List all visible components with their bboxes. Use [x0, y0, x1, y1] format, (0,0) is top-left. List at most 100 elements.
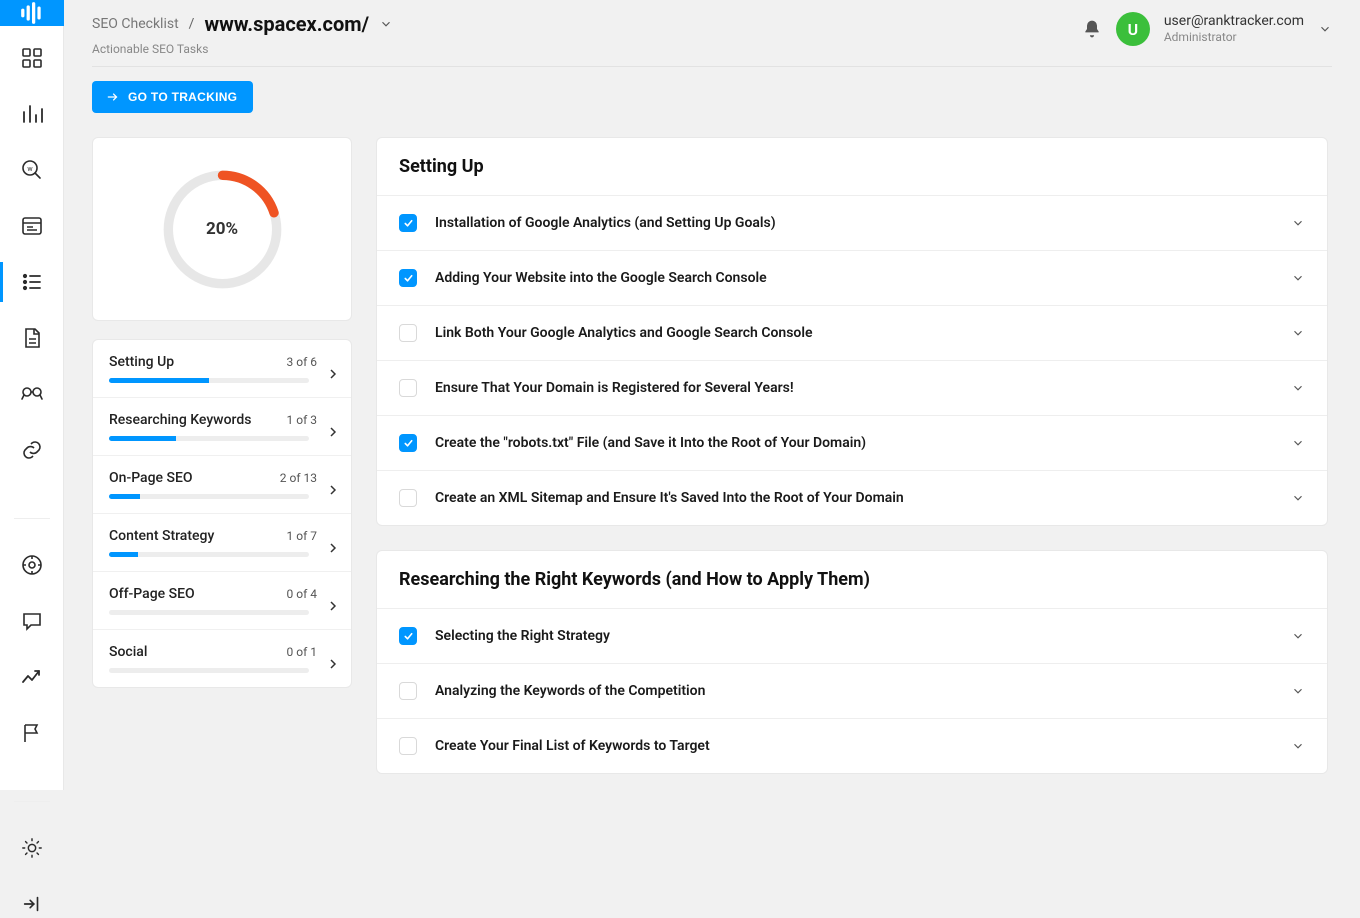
- category-progress-bar: [109, 436, 309, 441]
- task-row[interactable]: Selecting the Right Strategy: [377, 608, 1327, 663]
- category-row[interactable]: On-Page SEO 2 of 13: [93, 456, 351, 514]
- task-checkbox[interactable]: [399, 214, 417, 232]
- category-name: Researching Keywords: [109, 412, 251, 428]
- task-title: Create an XML Sitemap and Ensure It's Sa…: [435, 490, 1273, 506]
- breadcrumb-section[interactable]: SEO Checklist: [92, 16, 179, 32]
- chevron-down-icon[interactable]: [1291, 436, 1305, 450]
- chevron-down-icon[interactable]: [1291, 326, 1305, 340]
- task-row[interactable]: Create the "robots.txt" File (and Save i…: [377, 415, 1327, 470]
- chevron-right-icon: [325, 482, 341, 498]
- category-count: 3 of 6: [287, 355, 317, 369]
- task-checkbox[interactable]: [399, 737, 417, 755]
- task-checkbox[interactable]: [399, 489, 417, 507]
- category-row[interactable]: Social 0 of 1: [93, 630, 351, 687]
- chevron-right-icon: [325, 540, 341, 556]
- nav-serp-icon[interactable]: [18, 212, 46, 240]
- user-menu-chevron-icon[interactable]: [1318, 22, 1332, 36]
- svg-text:w: w: [27, 165, 33, 173]
- task-title: Selecting the Right Strategy: [435, 628, 1273, 644]
- task-checkbox[interactable]: [399, 324, 417, 342]
- task-title: Installation of Google Analytics (and Se…: [435, 215, 1273, 231]
- category-name: Setting Up: [109, 354, 174, 370]
- avatar[interactable]: U: [1116, 12, 1150, 46]
- category-list: Setting Up 3 of 6 Researching Keywords 1…: [92, 339, 352, 688]
- category-row[interactable]: Setting Up 3 of 6: [93, 340, 351, 398]
- category-progress-bar: [109, 610, 309, 615]
- chevron-down-icon[interactable]: [1291, 216, 1305, 230]
- chevron-down-icon[interactable]: [1291, 739, 1305, 753]
- user-email: user@ranktracker.com: [1164, 13, 1304, 30]
- category-name: On-Page SEO: [109, 470, 193, 486]
- task-row[interactable]: Create an XML Sitemap and Ensure It's Sa…: [377, 470, 1327, 525]
- task-row[interactable]: Ensure That Your Domain is Registered fo…: [377, 360, 1327, 415]
- task-checkbox[interactable]: [399, 682, 417, 700]
- nav-analytics-icon[interactable]: [18, 100, 46, 128]
- task-sections: Setting Up Installation of Google Analyt…: [376, 137, 1332, 790]
- chevron-down-icon[interactable]: [1291, 491, 1305, 505]
- task-checkbox[interactable]: [399, 379, 417, 397]
- breadcrumb-domain[interactable]: www.spacex.com/: [204, 12, 369, 36]
- section-title: Setting Up: [377, 138, 1327, 195]
- nav-theme-icon[interactable]: [18, 834, 46, 862]
- task-checkbox[interactable]: [399, 627, 417, 645]
- task-title: Adding Your Website into the Google Sear…: [435, 270, 1273, 286]
- task-row[interactable]: Link Both Your Google Analytics and Goog…: [377, 305, 1327, 360]
- chevron-down-icon[interactable]: [1291, 271, 1305, 285]
- task-title: Create Your Final List of Keywords to Ta…: [435, 738, 1273, 754]
- nav-backlinks-icon[interactable]: [18, 436, 46, 464]
- user-role: Administrator: [1164, 30, 1304, 44]
- breadcrumb-separator: /: [189, 16, 195, 32]
- nav-chat-icon[interactable]: [18, 607, 46, 635]
- category-row[interactable]: Researching Keywords 1 of 3: [93, 398, 351, 456]
- notifications-icon[interactable]: [1082, 19, 1102, 39]
- task-section: Researching the Right Keywords (and How …: [376, 550, 1328, 774]
- chevron-down-icon[interactable]: [379, 17, 393, 31]
- page-subtitle: Actionable SEO Tasks: [92, 42, 393, 56]
- progress-gauge-card: 20%: [92, 137, 352, 321]
- task-checkbox[interactable]: [399, 434, 417, 452]
- nav-rail: w: [0, 0, 64, 790]
- task-title: Ensure That Your Domain is Registered fo…: [435, 380, 1273, 396]
- breadcrumb: SEO Checklist / www.spacex.com/: [92, 12, 393, 36]
- nav-dashboard-icon[interactable]: [18, 44, 46, 72]
- category-count: 0 of 1: [287, 645, 317, 659]
- category-row[interactable]: Off-Page SEO 0 of 4: [93, 572, 351, 630]
- go-to-tracking-label: GO TO TRACKING: [128, 90, 237, 104]
- category-count: 0 of 4: [287, 587, 317, 601]
- task-title: Analyzing the Keywords of the Competitio…: [435, 683, 1273, 699]
- task-title: Create the "robots.txt" File (and Save i…: [435, 435, 1273, 451]
- nav-help-icon[interactable]: [18, 551, 46, 579]
- task-checkbox[interactable]: [399, 269, 417, 287]
- chevron-down-icon[interactable]: [1291, 381, 1305, 395]
- category-count: 1 of 3: [287, 413, 317, 427]
- progress-percent: 20%: [160, 167, 285, 292]
- task-row[interactable]: Create Your Final List of Keywords to Ta…: [377, 718, 1327, 773]
- chevron-right-icon: [325, 366, 341, 382]
- chevron-right-icon: [325, 598, 341, 614]
- nav-collapse-icon[interactable]: [18, 890, 46, 918]
- task-row[interactable]: Adding Your Website into the Google Sear…: [377, 250, 1327, 305]
- nav-keyword-search-icon[interactable]: w: [18, 156, 46, 184]
- nav-audit-icon[interactable]: [18, 380, 46, 408]
- section-title: Researching the Right Keywords (and How …: [377, 551, 1327, 608]
- chevron-right-icon: [325, 424, 341, 440]
- category-count: 2 of 13: [280, 471, 317, 485]
- category-progress-bar: [109, 494, 309, 499]
- category-progress-bar: [109, 378, 309, 383]
- category-row[interactable]: Content Strategy 1 of 7: [93, 514, 351, 572]
- chevron-down-icon[interactable]: [1291, 684, 1305, 698]
- progress-gauge: 20%: [160, 167, 285, 292]
- nav-checklist-icon[interactable]: [18, 268, 46, 296]
- nav-flag-icon[interactable]: [18, 719, 46, 747]
- app-logo[interactable]: [0, 0, 64, 26]
- go-to-tracking-button[interactable]: GO TO TRACKING: [92, 81, 253, 113]
- category-name: Off-Page SEO: [109, 586, 195, 602]
- page-header: SEO Checklist / www.spacex.com/ Actionab…: [92, 12, 1332, 67]
- nav-trend-icon[interactable]: [18, 663, 46, 691]
- task-row[interactable]: Installation of Google Analytics (and Se…: [377, 195, 1327, 250]
- chevron-down-icon[interactable]: [1291, 629, 1305, 643]
- category-progress-bar: [109, 668, 309, 673]
- nav-document-icon[interactable]: [18, 324, 46, 352]
- task-row[interactable]: Analyzing the Keywords of the Competitio…: [377, 663, 1327, 718]
- chevron-right-icon: [325, 656, 341, 672]
